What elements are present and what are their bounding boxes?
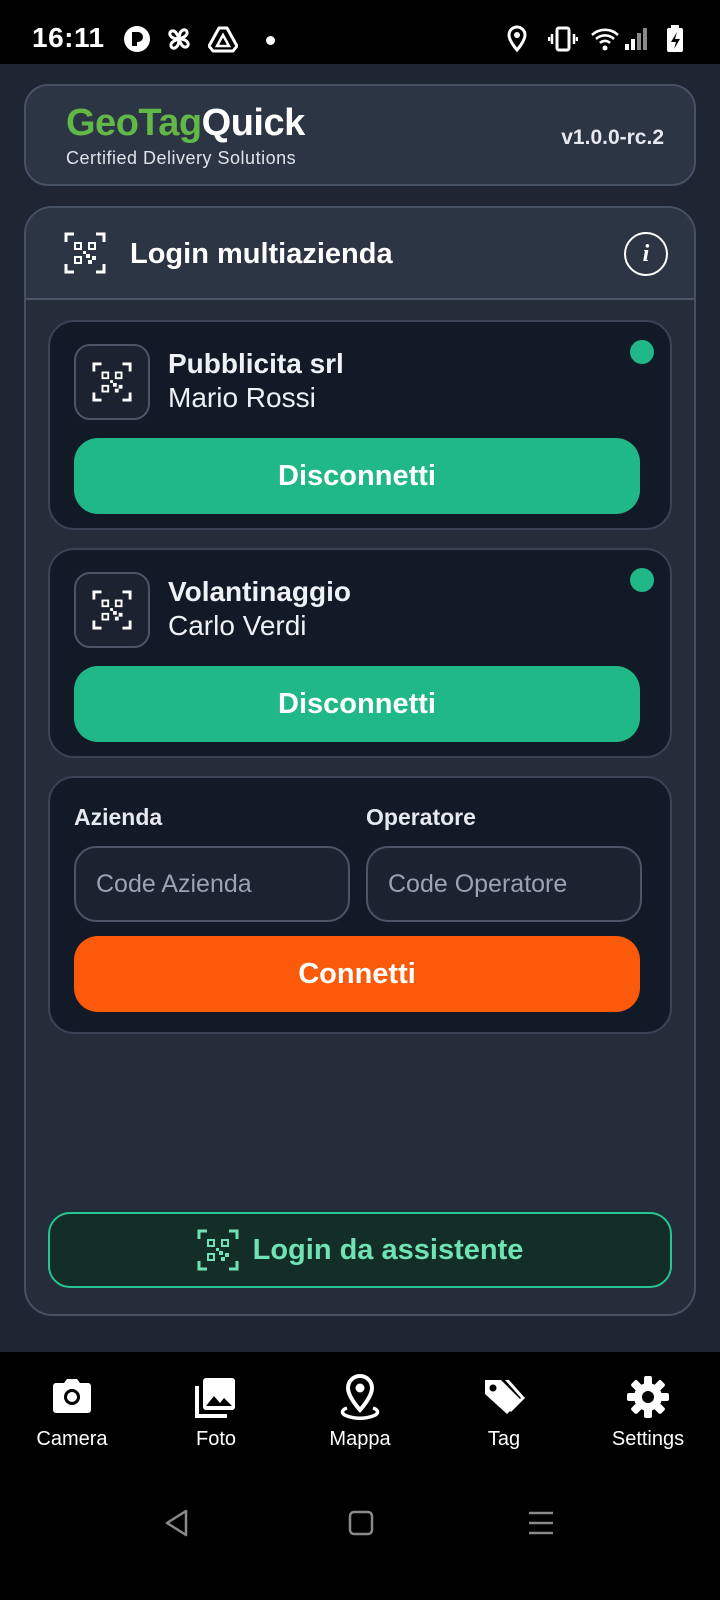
panel-title: Login multiazienda [130, 238, 393, 270]
map-pin-icon [340, 1374, 380, 1420]
operator-code-input[interactable] [366, 846, 642, 922]
qr-code-icon [64, 232, 106, 274]
nav-settings[interactable]: Settings [578, 1374, 718, 1451]
info-button[interactable]: i [624, 232, 668, 276]
circle-r-icon [124, 26, 150, 52]
bottom-navigation: Camera Foto Mappa Tag Settings [0, 1352, 720, 1470]
disconnect-button[interactable]: Disconnetti [74, 438, 640, 514]
operator-label: Operatore [366, 804, 476, 830]
nav-label: Mappa [329, 1428, 391, 1450]
session-operator: Carlo Verdi [168, 610, 307, 641]
notification-dot-icon [266, 36, 275, 45]
gear-icon [627, 1376, 669, 1418]
app-header: GeoTagQuick Certified Delivery Solutions… [24, 84, 696, 186]
app-body: GeoTagQuick Certified Delivery Solutions… [0, 64, 720, 1352]
brand-tagline: Certified Delivery Solutions [66, 148, 297, 168]
status-time: 16:11 [32, 22, 105, 53]
connect-button[interactable]: Connetti [74, 936, 640, 1012]
brand-name-part2: Quick [201, 102, 306, 144]
tag-icon [485, 1380, 525, 1414]
app-version: v1.0.0-rc.2 [561, 126, 664, 149]
login-panel: Login multiazienda i Pubblicita srl Mari… [24, 206, 696, 1316]
location-icon [507, 25, 527, 53]
session-qr-button[interactable] [74, 344, 150, 420]
nav-foto[interactable]: Foto [146, 1374, 286, 1451]
qr-code-icon [92, 362, 132, 402]
nav-label: Tag [487, 1428, 521, 1450]
camera-icon [53, 1379, 91, 1413]
session-operator: Mario Rossi [168, 382, 316, 413]
panel-header: Login multiazienda i [26, 208, 694, 300]
signal-icon [625, 28, 647, 50]
status-bar: 16:11 [0, 0, 720, 64]
company-label: Azienda [74, 804, 163, 830]
assistant-login-button[interactable]: Login da assistente [48, 1212, 672, 1288]
qr-code-icon [197, 1229, 239, 1271]
qr-code-icon [92, 590, 132, 630]
system-navigation-bar [0, 1470, 720, 1600]
info-icon: i [642, 240, 650, 267]
photo-library-icon [195, 1378, 235, 1418]
vibrate-icon [548, 26, 578, 52]
battery-charging-icon [667, 25, 683, 52]
login-form-card: Azienda Operatore Connetti [48, 776, 672, 1034]
brand-name-part1: GeoTag [66, 102, 202, 144]
session-card: Pubblicita srl Mario Rossi Disconnetti [48, 320, 672, 530]
session-company: Volantinaggio [168, 576, 352, 607]
back-icon[interactable] [162, 1508, 192, 1538]
nav-label: Foto [195, 1428, 237, 1450]
nav-tag[interactable]: Tag [434, 1374, 574, 1451]
disconnect-button[interactable]: Disconnetti [74, 666, 640, 742]
assistant-login-label: Login da assistente [252, 1233, 524, 1266]
nav-label: Camera [36, 1428, 108, 1450]
nav-label: Settings [611, 1428, 685, 1450]
nav-mappa[interactable]: Mappa [290, 1374, 430, 1451]
fan-icon [168, 28, 190, 50]
connected-status-dot [630, 568, 654, 592]
home-icon[interactable] [346, 1508, 376, 1538]
session-card: Volantinaggio Carlo Verdi Disconnetti [48, 548, 672, 758]
menu-icon[interactable] [526, 1508, 556, 1538]
drive-icon [208, 26, 238, 53]
connected-status-dot [630, 340, 654, 364]
wifi-icon [591, 28, 619, 51]
nav-camera[interactable]: Camera [2, 1374, 142, 1451]
brand-logo: GeoTagQuick [66, 102, 305, 145]
session-company: Pubblicita srl [168, 348, 344, 379]
company-code-input[interactable] [74, 846, 350, 922]
session-qr-button[interactable] [74, 572, 150, 648]
